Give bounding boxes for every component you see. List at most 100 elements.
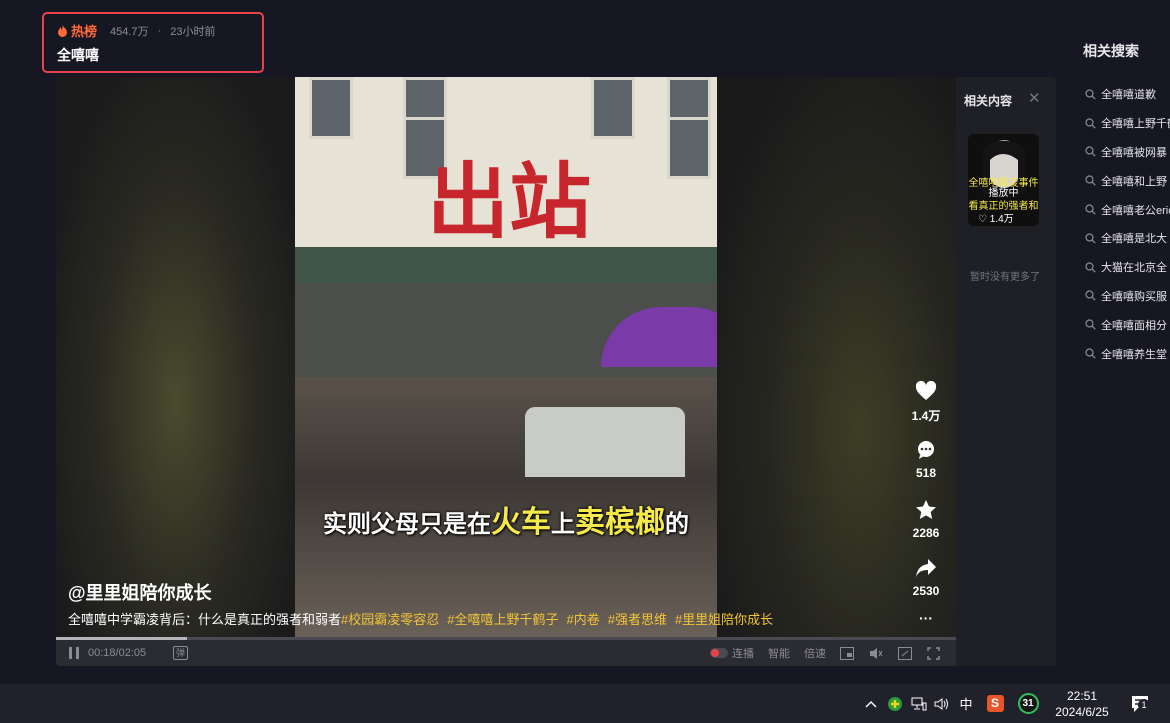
thumb-like-count: ♡ 1.4万 (978, 214, 1014, 225)
hot-time-ago: 23小时前 (170, 25, 216, 38)
system-clock[interactable]: 22:51 2024/6/25 (1052, 688, 1112, 720)
close-icon[interactable]: ✕ (1028, 89, 1041, 107)
video-player[interactable]: 出站 实则父母只是在火车上卖槟榔的 1.4万 518 2286 2530 ···… (56, 77, 956, 666)
hot-topic-header[interactable]: 热榜 454.7万 · 23小时前 全嘻嘻 (42, 12, 264, 73)
hashtag[interactable]: #强者思维 (608, 612, 667, 627)
related-search-item[interactable]: 全嘻嘻养生堂 (1085, 339, 1170, 368)
search-icon (1085, 118, 1096, 129)
related-search-title: 相关搜索 (1083, 43, 1139, 59)
comment-count: 518 (915, 466, 937, 480)
related-search-item[interactable]: 全嘻嘻道歉 (1085, 80, 1170, 109)
author-name[interactable]: @里里姐陪你成长 (68, 579, 212, 605)
favorite-button[interactable]: 2286 (906, 499, 946, 540)
related-search-label: 全嘻嘻老公eric (1101, 204, 1170, 217)
more-button[interactable]: ··· (906, 610, 946, 626)
picture-in-picture-icon[interactable] (840, 646, 854, 660)
web-fullscreen-icon[interactable] (898, 646, 912, 660)
toggle-switch (710, 648, 728, 658)
calendar-badge-icon[interactable]: 31 (1016, 684, 1040, 723)
pause-button[interactable] (69, 647, 79, 659)
calendar-badge-text: 31 (1017, 693, 1039, 714)
network-icon[interactable] (909, 684, 929, 723)
search-icon (1085, 89, 1096, 100)
volume-icon[interactable] (932, 684, 952, 723)
search-icon (1085, 319, 1096, 330)
search-icon (1085, 204, 1096, 215)
search-icon (1085, 348, 1096, 359)
mute-icon[interactable] (869, 647, 883, 660)
related-search-item[interactable]: 全嘻嘻是北大 (1085, 224, 1170, 253)
no-more-text: 暂时没有更多了 (970, 272, 1040, 283)
window (309, 77, 353, 139)
fullscreen-icon[interactable] (927, 646, 940, 660)
more-icon: ··· (919, 610, 933, 626)
favorite-count: 2286 (912, 526, 940, 540)
search-icon (1085, 262, 1096, 273)
related-search-item[interactable]: 全嘻嘻老公eric (1085, 195, 1170, 224)
ime-indicator[interactable]: 中 (956, 684, 976, 723)
security-app-icon[interactable] (885, 684, 905, 723)
flame-icon (58, 24, 67, 37)
police-car (525, 407, 685, 477)
search-icon (1085, 146, 1096, 158)
related-title: 相关内容 (964, 94, 1013, 108)
hashtag[interactable]: #内卷 (566, 612, 599, 627)
hot-title[interactable]: 全嘻嘻 (57, 45, 99, 65)
blur-background-left (56, 77, 296, 666)
share-count: 2530 (912, 584, 940, 598)
related-search-label: 全嘻嘻上野千鹤子 (1101, 118, 1170, 131)
related-search-label: 全嘻嘻养生堂 (1101, 348, 1167, 361)
video-subtitle: 实则父母只是在火车上卖槟榔的 (295, 497, 717, 541)
share-button[interactable]: 2530 (906, 558, 946, 598)
related-search-item[interactable]: 全嘻嘻面相分 (1085, 310, 1170, 339)
danmaku-icon[interactable]: 弹 (173, 646, 188, 660)
speed-button[interactable]: 倍速 (804, 645, 826, 661)
pause-icon (69, 647, 79, 659)
like-count: 1.4万 (911, 409, 941, 423)
hot-tag[interactable]: 热榜 (71, 21, 97, 40)
subtitle-highlight: 火车 (491, 506, 551, 539)
related-search-item[interactable]: 全嘻嘻上野千鹤子 (1085, 109, 1170, 138)
related-search-label: 全嘻嘻购买服 (1101, 290, 1167, 303)
search-icon (1085, 175, 1096, 186)
related-search-item[interactable]: 全嘻嘻和上野 (1085, 166, 1170, 195)
star-icon (916, 500, 936, 519)
heart-icon (915, 381, 937, 400)
hashtag[interactable]: #全嘻嘻上野千鹤子 (447, 612, 558, 627)
video-frame[interactable]: 出站 实则父母只是在火车上卖槟榔的 (295, 77, 717, 637)
window (591, 77, 635, 139)
comment-icon (918, 441, 934, 459)
station-roof (295, 247, 717, 283)
hot-meta: 热榜 454.7万 · 23小时前 (57, 21, 215, 40)
subtitle-part: 上 (551, 511, 575, 538)
meta-separator: · (157, 24, 162, 37)
clock-time: 22:51 (1066, 689, 1098, 703)
search-icon (1085, 290, 1096, 302)
related-search-label: 全嘻嘻和上野 (1101, 175, 1167, 188)
related-search-item[interactable]: 全嘻嘻购买服 (1085, 282, 1170, 311)
smart-button[interactable]: 智能 (768, 645, 790, 661)
notification-count: 1 (1138, 699, 1150, 711)
subtitle-part: 实则父母只是在 (323, 511, 491, 538)
related-search-list: 全嘻嘻道歉全嘻嘻上野千鹤子全嘻嘻被网暴全嘻嘻和上野全嘻嘻老公eric 全嘻嘻是北大… (1085, 80, 1170, 368)
related-video-thumbnail[interactable]: 全嘻嘻霸凌事件 播放中 看真正的强者和 ♡ 1.4万 (968, 134, 1039, 226)
page: 热榜 454.7万 · 23小时前 全嘻嘻 出站 实则父母只是在火车上卖槟榔的 … (0, 0, 1170, 723)
related-search-item[interactable]: 全嘻嘻被网暴 (1085, 138, 1170, 167)
related-search-label: 全嘻嘻道歉 (1101, 89, 1156, 102)
subtitle-part: 的 (665, 511, 689, 538)
related-search-item[interactable]: 大猫在北京全 (1085, 253, 1170, 282)
autoplay-toggle[interactable]: 连播 (710, 645, 754, 661)
comment-button[interactable]: 518 (906, 440, 946, 480)
autoplay-label: 连播 (732, 648, 754, 660)
video-description: 全嘻嘻中学霸凌背后：什么是真正的强者和弱者#校园霸凌零容忍 #全嘻嘻上野千鹤子 #内… (68, 609, 781, 628)
sogou-input-icon[interactable]: S (984, 684, 1006, 723)
like-button[interactable]: 1.4万 (906, 381, 946, 424)
clock-date: 2024/6/25 (1055, 705, 1109, 719)
hashtag[interactable]: #里里姐陪你成长 (675, 612, 773, 627)
hashtag[interactable]: #校园霸凌零容忍 (341, 612, 439, 627)
player-controls: 00:18/02:05 弹 连播 智能 倍速 (56, 640, 956, 666)
related-search-label: 全嘻嘻被网暴 (1101, 146, 1167, 159)
time-display: 00:18/02:05 (88, 647, 147, 659)
window (667, 117, 711, 179)
chevron-up-icon[interactable] (862, 684, 880, 723)
